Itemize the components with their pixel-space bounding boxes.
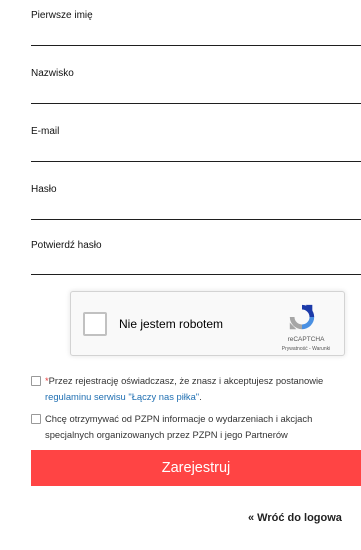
last-name-input[interactable] [31,103,361,104]
password-field[interactable]: Hasło [0,184,361,222]
marketing-checkbox[interactable] [31,414,41,424]
terms-suffix: . [199,391,202,402]
recaptcha-privacy-terms-links[interactable]: Prywatność - Warunki [267,346,345,352]
terms-text-line1: *Przez rejestrację oświadczasz, że znasz… [45,373,361,389]
recaptcha-brand: reCAPTCHA [287,336,325,343]
email-input[interactable] [31,161,361,162]
recaptcha-label: Nie jestem robotem [119,317,224,331]
recaptcha-checkbox[interactable] [83,312,107,336]
terms-text: Przez rejestrację oświadczasz, że znasz … [48,375,324,386]
last-name-field[interactable]: Nazwisko [0,68,361,106]
recaptcha-logo-icon [289,304,315,330]
email-field[interactable]: E-mail [0,126,361,164]
register-button[interactable]: Zarejestruj [31,450,361,486]
terms-text-line2: regulaminu serwisu "Łączy nas piłka". [45,389,202,405]
recaptcha-widget: Nie jestem robotem reCAPTCHA Prywatność … [70,291,345,356]
first-name-field[interactable]: Pierwsze imię [0,10,361,48]
email-label: E-mail [31,126,60,137]
first-name-input[interactable] [31,45,361,46]
marketing-consent: Chcę otrzymywać od PZPN informacje o wyd… [31,411,361,443]
confirm-password-field[interactable]: Potwierdź hasło [0,240,361,278]
first-name-label: Pierwsze imię [31,10,93,21]
marketing-text-line1: Chcę otrzymywać od PZPN informacje o wyd… [45,413,313,424]
last-name-label: Nazwisko [31,68,74,79]
confirm-password-label: Potwierdź hasło [31,240,102,251]
confirm-password-input[interactable] [31,274,361,275]
terms-checkbox[interactable] [31,376,41,386]
terms-link[interactable]: regulaminu serwisu "Łączy nas piłka" [45,391,199,402]
password-input[interactable] [31,219,361,220]
terms-consent: *Przez rejestrację oświadczasz, że znasz… [31,373,361,405]
marketing-text-line2: specjalnych organizowanych przez PZPN i … [45,429,288,440]
back-to-login-link[interactable]: « Wróć do logowa [248,512,342,524]
password-label: Hasło [31,184,57,195]
